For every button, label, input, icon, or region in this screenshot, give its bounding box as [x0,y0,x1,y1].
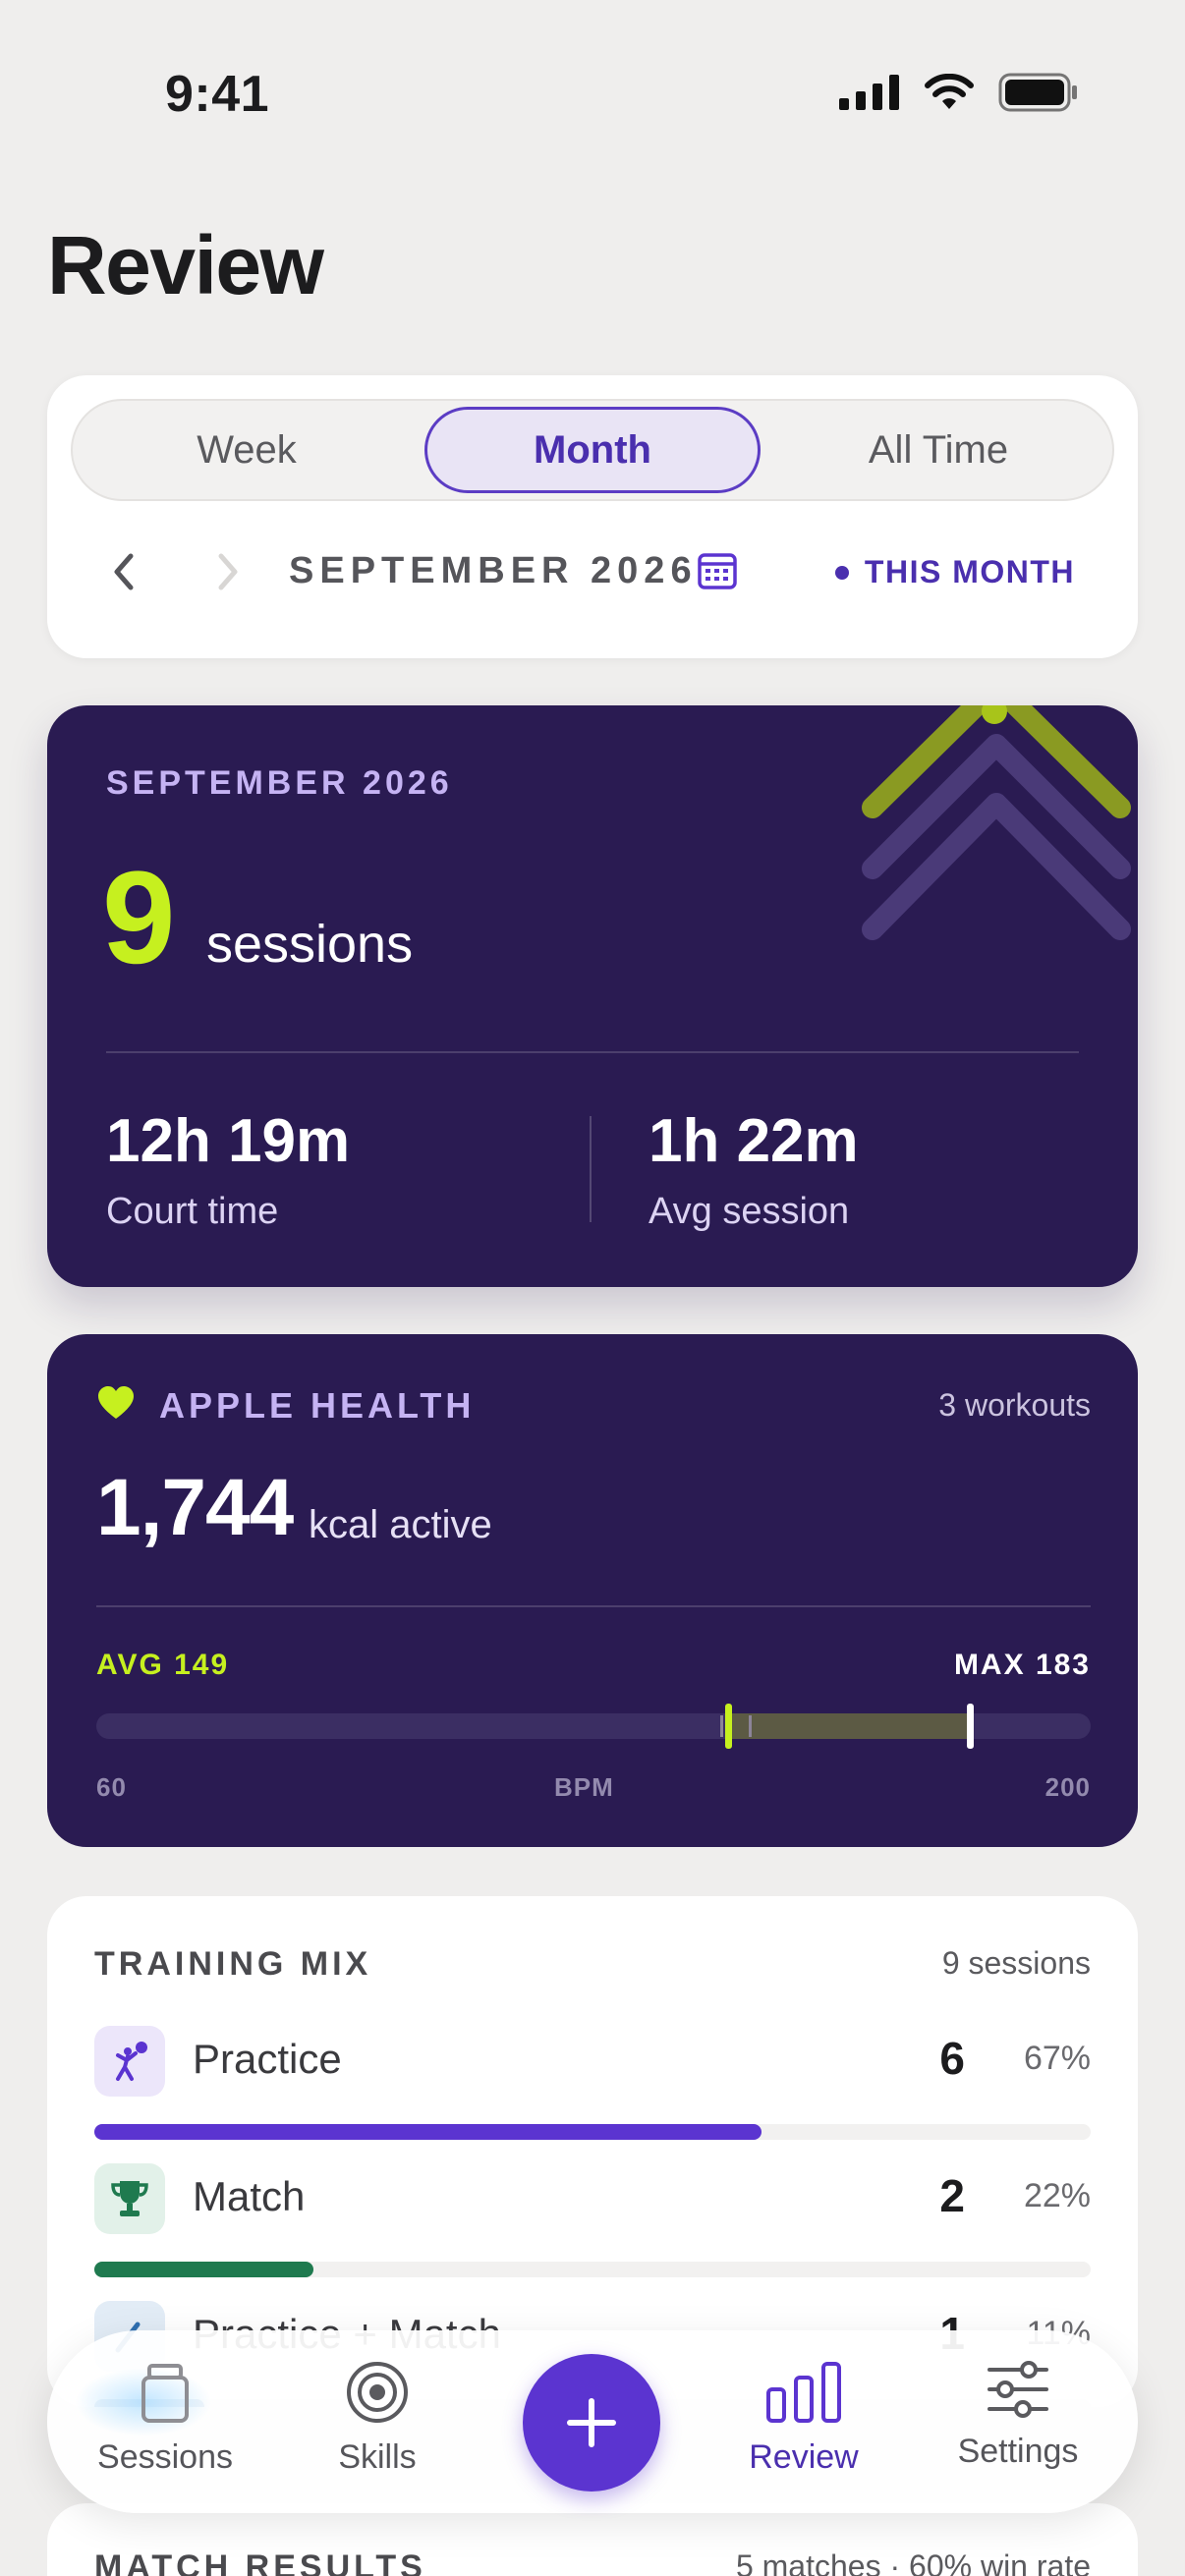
match-results-title: MATCH RESULTS [94,2548,426,2576]
heart-rate-tick [749,1715,753,1737]
mix-percent: 22% [1023,2177,1091,2214]
battery-icon [998,73,1077,112]
previous-period-button[interactable] [94,542,153,601]
max-bpm-label: MAX 183 [953,1649,1091,1681]
tab-label: Review [749,2438,859,2476]
tab-settings[interactable]: Settings [920,2360,1116,2497]
heart-rate-range [728,1713,971,1739]
avg-session-label: Avg session [649,1191,850,1232]
tab-skills[interactable]: Skills [279,2360,476,2497]
sliders-icon [988,2361,1048,2418]
period-segmented-control: Week Month All Time [71,399,1114,501]
tab-bar: Sessions Skills Review Settings [47,2330,1138,2513]
mix-fill [94,2124,762,2140]
training-mix-count: 9 sessions [941,1945,1091,1981]
add-session-button[interactable] [523,2354,660,2492]
chevron-right-icon [218,553,238,590]
mix-count: 6 [939,2033,965,2084]
this-month-label: THIS MONTH [864,554,1075,589]
apple-health-card[interactable]: APPLE HEALTH 3 workouts 1,744 kcal activ… [47,1334,1138,1847]
next-period-button[interactable] [198,542,257,601]
period-label: SEPTEMBER 2026 [289,550,698,591]
period-nav: SEPTEMBER 2026 THIS MONTH [47,532,1138,611]
heart-icon [98,1386,134,1419]
max-bpm-marker [967,1704,975,1749]
heart-rate-tick [720,1715,724,1737]
kcal-value: 1,744 [96,1463,294,1552]
chevron-left-icon [114,553,134,590]
apple-health-title: APPLE HEALTH [159,1385,476,1426]
mix-count: 2 [939,2170,965,2221]
wifi-icon [925,74,974,109]
mix-track [94,2262,1091,2277]
segment-all-time[interactable]: All Time [770,407,1106,493]
mix-row-practice[interactable]: Practice 6 67% [94,2026,1091,2144]
kcal-unit: kcal active [309,1503,492,1546]
cup-icon [141,2364,189,2423]
period-card: Week Month All Time SEPTEMBER 2026 THIS … [47,375,1138,658]
heart-rate-track [96,1704,1091,1749]
summary-month: SEPTEMBER 2026 [106,764,453,802]
status-icons [839,73,1079,112]
bar-chart-icon [766,2362,841,2423]
mix-row-match[interactable]: Match 2 22% [94,2163,1091,2281]
stat-separator [590,1116,592,1222]
court-time-value: 12h 19m [106,1107,351,1175]
trophy-icon [94,2163,165,2234]
mix-name: Match [193,2173,306,2219]
training-mix-title: TRAINING MIX [94,1945,372,1983]
target-icon [347,2362,408,2423]
mix-track [94,2124,1091,2140]
summary-card: SEPTEMBER 2026 9 sessions 12h 19m Court … [47,705,1138,1287]
bpm-axis-min: 60 [96,1772,127,1802]
avg-bpm-marker [725,1704,733,1749]
cellular-signal-icon [839,75,899,110]
tab-label: Settings [957,2433,1079,2470]
mix-fill [94,2262,314,2277]
tab-label: Skills [338,2438,417,2476]
mix-percent: 67% [1023,2040,1091,2077]
plus-icon [567,2398,616,2447]
summary-divider [106,1051,1079,1053]
volleyball-player-icon [94,2026,165,2097]
sessions-count: 9 [102,845,176,991]
page-title: Review [47,219,324,311]
mix-name: Practice [193,2036,342,2082]
this-month-indicator[interactable]: THIS MONTH [834,554,1075,590]
segment-week[interactable]: Week [79,407,415,493]
court-time-label: Court time [106,1191,279,1232]
workouts-count: 3 workouts [938,1387,1091,1423]
status-time: 9:41 [165,66,270,123]
bpm-axis-label: BPM [554,1772,614,1802]
rank-chevrons-icon [862,705,1131,940]
bpm-axis-max: 200 [1044,1772,1091,1802]
match-results-card[interactable]: MATCH RESULTS 5 matches · 60% win rate [47,2503,1138,2576]
sessions-unit: sessions [206,915,414,974]
tab-label: Sessions [97,2438,233,2476]
this-month-dot [834,565,849,580]
match-results-subtitle: 5 matches · 60% win rate [735,2548,1091,2576]
avg-session-value: 1h 22m [649,1107,859,1175]
tab-sessions[interactable]: Sessions [67,2360,263,2497]
calendar-icon[interactable] [696,548,739,591]
segment-month[interactable]: Month [424,407,761,493]
tab-review[interactable]: Review [705,2360,902,2497]
avg-bpm-label: AVG 149 [96,1649,230,1681]
health-divider [96,1605,1091,1607]
